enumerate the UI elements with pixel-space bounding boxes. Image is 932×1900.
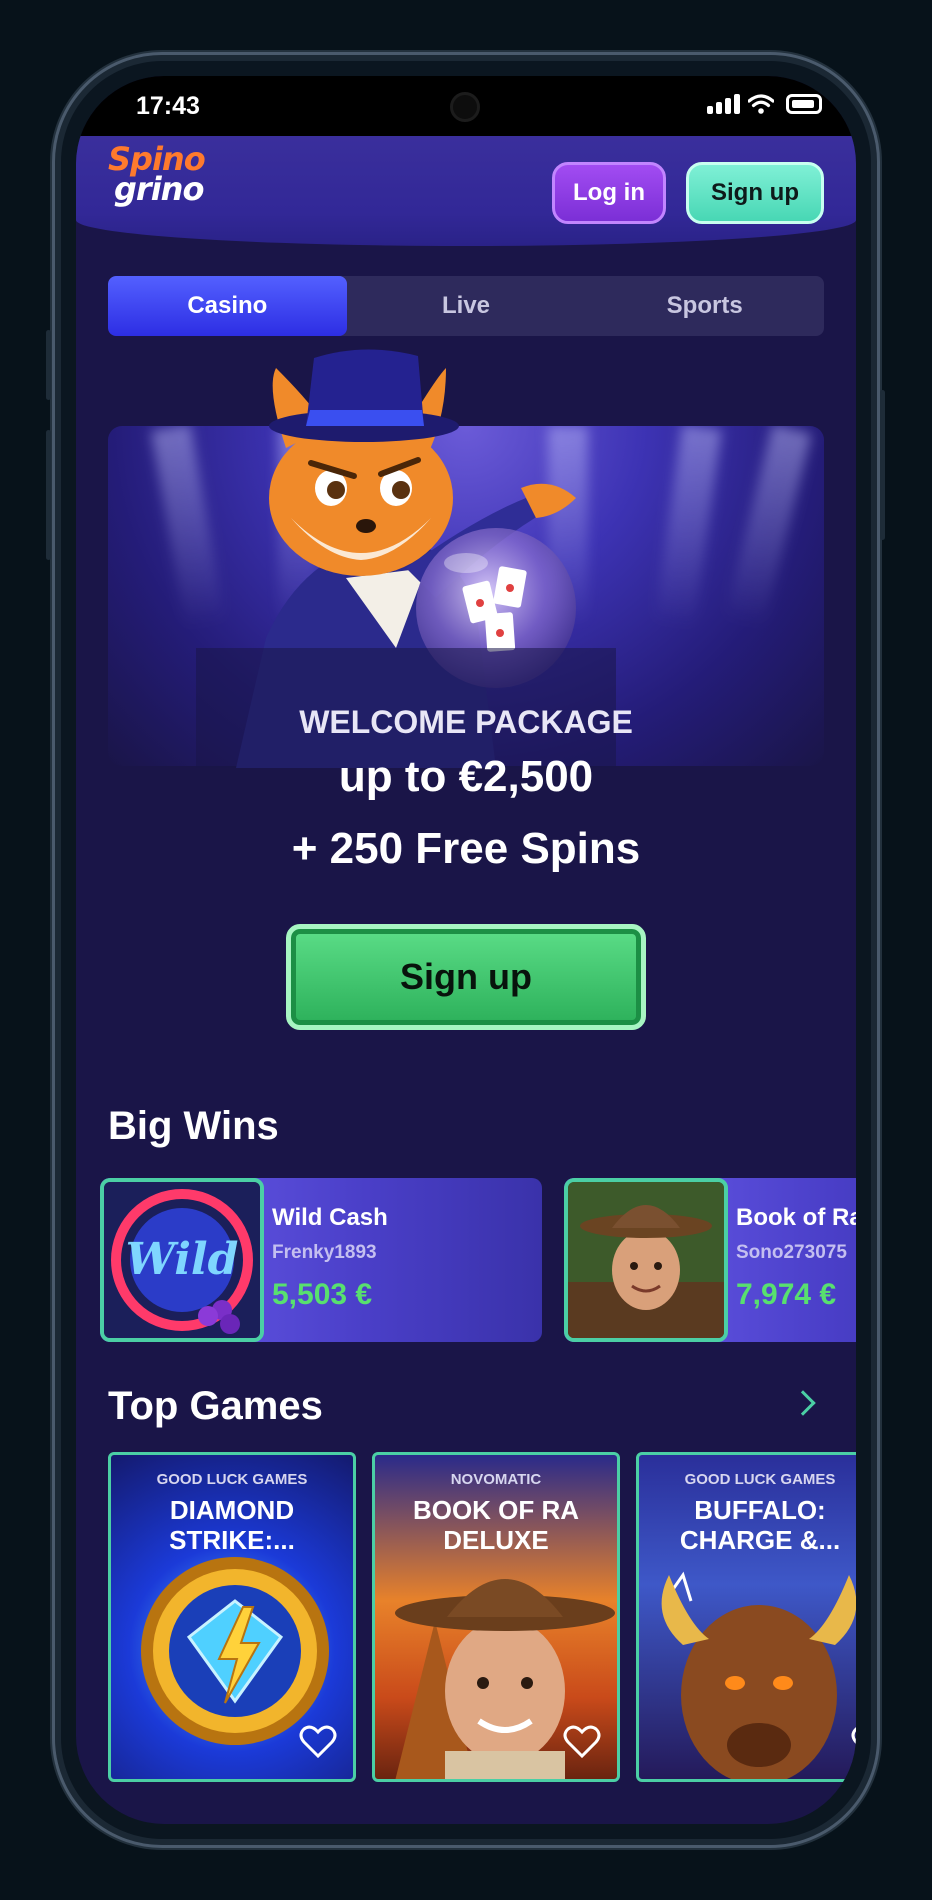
win-amount: 5,503 € (272, 1278, 373, 1311)
game-provider: GOOD LUCK GAMES (684, 1471, 836, 1488)
promo-bonus: up to €2,500 (338, 752, 594, 801)
win-amount: 7,974 € (736, 1278, 837, 1311)
app-screen: 17:43 Spino grino Log in Sign up Casino (76, 76, 856, 1824)
game-card-diamond-strike[interactable]: GOOD LUCK GAMES DIAMOND STRIKE:... (108, 1452, 356, 1782)
game-art (141, 1557, 329, 1745)
wild-cash-thumbnail: Wild (100, 1178, 264, 1342)
header-signup-button[interactable]: Sign up (686, 162, 824, 224)
game-provider: GOOD LUCK GAMES (156, 1471, 308, 1488)
category-tabs: Casino Live Sports (108, 276, 824, 336)
brand-logo[interactable]: Spino grino (108, 143, 206, 208)
promo-signup-button[interactable]: Sign up (286, 924, 646, 1030)
app-header: Spino grino Log in Sign up (76, 136, 856, 246)
side-button (46, 430, 51, 560)
chevron-right-icon[interactable] (790, 1390, 816, 1416)
promo-free-spins: + 250 Free Spins (291, 824, 641, 873)
login-button[interactable]: Log in (552, 162, 666, 224)
big-win-card[interactable]: Book of Ra Sono273075 7,974 € (564, 1178, 856, 1342)
game-title: DIAMOND STRIKE:... (169, 1495, 295, 1555)
win-game-name: Book of Ra (736, 1204, 856, 1231)
wifi-icon (748, 94, 774, 114)
game-art (661, 1571, 856, 1779)
big-wins-title: Big Wins (108, 1104, 279, 1148)
top-games-title: Top Games (108, 1384, 323, 1428)
promo-title: WELCOME PACKAGE (299, 704, 633, 740)
book-of-ra-thumbnail (564, 1178, 728, 1342)
logo-line-2: grino (114, 170, 204, 208)
heart-icon[interactable] (851, 1725, 856, 1759)
game-card-book-of-ra[interactable]: NOVOMATIC BOOK OF RA DELUXE (372, 1452, 620, 1782)
heart-icon[interactable] (563, 1725, 601, 1759)
game-provider: NOVOMATIC (450, 1471, 542, 1488)
win-username: Sono273075 (736, 1242, 847, 1263)
side-button (880, 390, 885, 540)
win-game-name: Wild Cash (272, 1204, 388, 1231)
status-bar: 17:43 (76, 76, 856, 136)
tab-live[interactable]: Live (347, 276, 586, 336)
side-button (46, 330, 51, 400)
status-icons (707, 94, 822, 114)
svg-text:Wild: Wild (126, 1234, 239, 1285)
game-title: BOOK OF RA DELUXE (412, 1495, 580, 1555)
game-title: BUFFALO: CHARGE &... (679, 1495, 841, 1555)
battery-icon (786, 94, 822, 114)
win-username: Frenky1893 (272, 1242, 377, 1263)
game-card-buffalo-charge[interactable]: GOOD LUCK GAMES BUFFALO: CHARGE &... (636, 1452, 856, 1782)
signal-icon (707, 94, 740, 114)
big-win-card[interactable]: Wild Wild Cash Frenky1893 5,503 € (100, 1178, 542, 1342)
tab-sports[interactable]: Sports (585, 276, 824, 336)
tab-casino[interactable]: Casino (108, 276, 347, 336)
status-time: 17:43 (136, 92, 200, 120)
front-camera (450, 92, 480, 122)
heart-icon[interactable] (299, 1725, 337, 1759)
